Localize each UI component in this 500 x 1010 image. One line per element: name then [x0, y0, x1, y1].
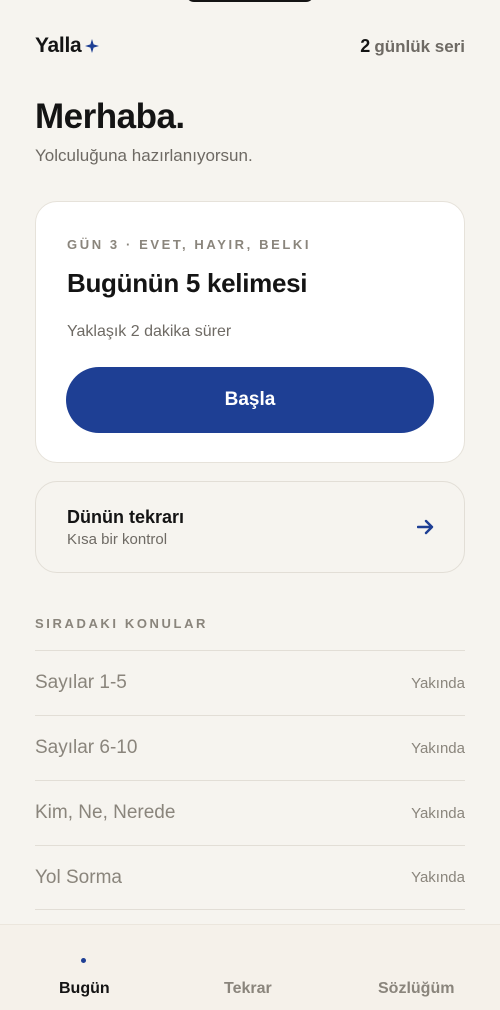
greeting-subtitle: Yolculuğuna hazırlanıyorsun.	[35, 146, 253, 165]
tab-today[interactable]: Bugün	[59, 980, 110, 998]
topic-name: Sayılar 6-10	[35, 737, 138, 758]
brand: Yalla	[35, 34, 100, 58]
device-notch	[186, 0, 314, 2]
topic-name: Kim, Ne, Nerede	[35, 802, 176, 823]
lesson-eyebrow: GÜN 3 · EVET, HAYIR, BELKI	[67, 237, 312, 252]
topic-name: Sayılar 1-5	[35, 672, 127, 693]
app-header: Yalla 2 günlük seri	[35, 34, 465, 58]
review-title: Dünün tekrarı	[67, 507, 185, 527]
streak-count: 2	[360, 35, 371, 56]
tab-review[interactable]: Tekrar	[224, 980, 272, 998]
topic-status: Yakında	[411, 674, 465, 692]
yesterday-review-card[interactable]: Dünün tekrarı Kısa bir kontrol	[35, 481, 465, 573]
list-item: Kim, Ne, Nerede Yakında	[35, 780, 465, 845]
greeting-title: Merhaba.	[35, 97, 185, 136]
review-subtitle: Kısa bir kontrol	[67, 531, 168, 548]
today-lesson-card: GÜN 3 · EVET, HAYIR, BELKI Bugünün 5 kel…	[35, 201, 465, 463]
app-screen: Yalla 2 günlük seri Merhaba. Yolculuğuna …	[0, 0, 500, 1010]
topic-name: Yol Sorma	[35, 866, 122, 888]
upcoming-topics-label: SIRADAKI KONULAR	[35, 616, 209, 631]
start-button[interactable]: Başla	[66, 367, 434, 433]
list-item: Yol Sorma Yakında	[35, 845, 465, 910]
streak-indicator: 2 günlük seri	[360, 36, 465, 57]
topic-status: Yakında	[411, 739, 465, 757]
bottom-nav: Bugün Tekrar Sözlüğüm	[0, 924, 500, 1010]
sparkle-icon	[85, 39, 100, 53]
streak-label: günlük seri	[374, 36, 465, 56]
active-tab-indicator	[81, 958, 86, 963]
arrow-right-icon	[417, 519, 434, 535]
lesson-title: Bugünün 5 kelimesi	[67, 268, 308, 298]
brand-name: Yalla	[35, 34, 82, 57]
upcoming-topics-list: Sayılar 1-5 Yakında Sayılar 6-10 Yakında…	[35, 650, 465, 910]
list-item: Sayılar 1-5 Yakında	[35, 650, 465, 715]
tab-dictionary[interactable]: Sözlüğüm	[378, 980, 454, 998]
topic-status: Yakında	[411, 869, 465, 886]
topic-status: Yakında	[411, 804, 465, 822]
lesson-duration: Yaklaşık 2 dakika sürer	[67, 323, 232, 340]
list-item: Sayılar 6-10 Yakında	[35, 715, 465, 780]
